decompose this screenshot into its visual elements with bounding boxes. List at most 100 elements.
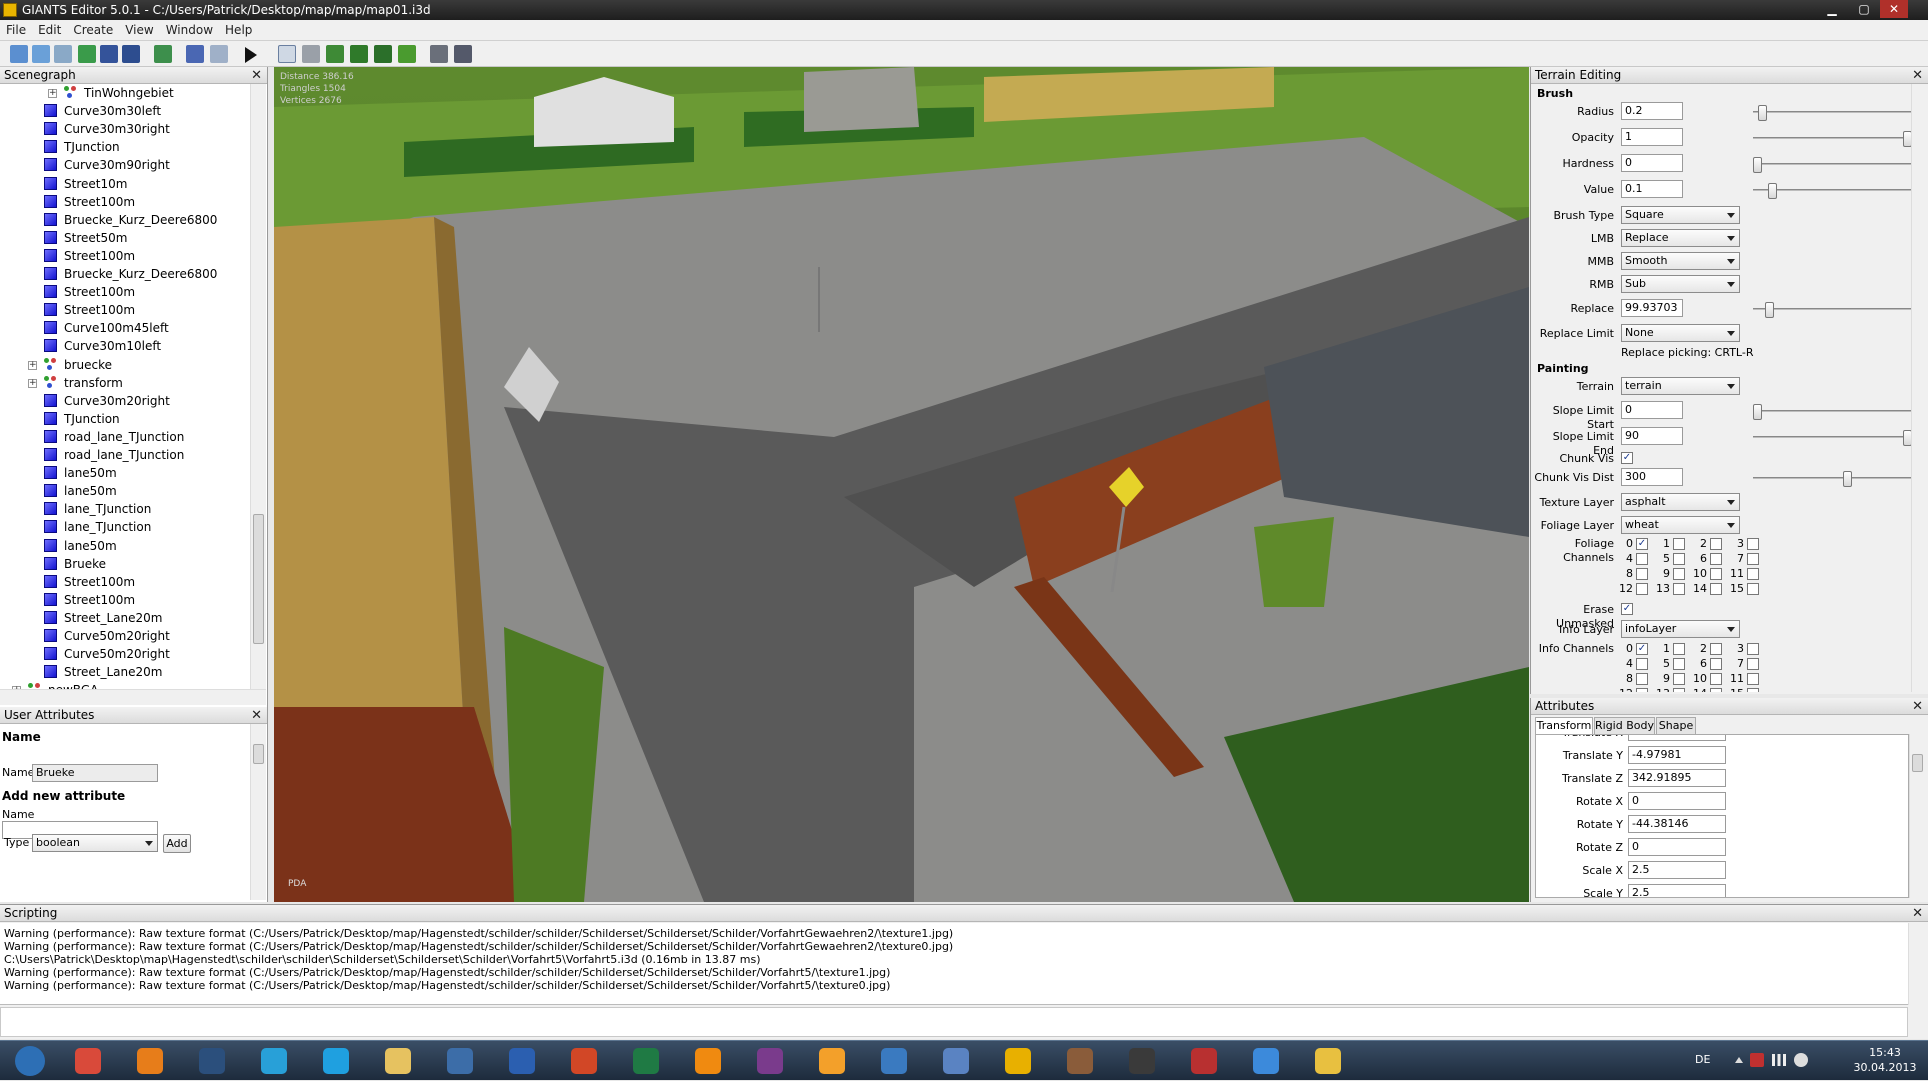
tree-node[interactable]: +newBGA [12, 681, 98, 689]
tray-expand-icon[interactable] [1735, 1055, 1743, 1063]
play-icon[interactable] [245, 47, 257, 63]
tree-node[interactable]: Street100m [44, 283, 135, 301]
tree-node[interactable]: + transform [28, 374, 123, 392]
hardness-slider[interactable] [1753, 157, 1913, 173]
undo-icon[interactable] [186, 45, 204, 63]
tree-node[interactable]: lane50m [44, 537, 117, 555]
channel-checkbox[interactable] [1673, 643, 1685, 655]
opacity-slider[interactable] [1753, 131, 1913, 147]
tree-node[interactable]: Street100m [44, 247, 135, 265]
slider-knob[interactable] [1765, 302, 1774, 318]
tree-node[interactable]: + TinWohngebiet [48, 84, 174, 102]
transform-row-input[interactable]: 0 [1628, 792, 1726, 810]
channel-checkbox[interactable] [1710, 568, 1722, 580]
language-indicator[interactable]: DE [1695, 1053, 1710, 1066]
tree-node[interactable]: Street50m [44, 229, 127, 247]
close-icon[interactable]: ✕ [251, 707, 262, 724]
terrain-smooth-icon[interactable] [374, 45, 392, 63]
menu-help[interactable]: Help [219, 20, 258, 41]
hardness-input[interactable]: 0 [1621, 154, 1683, 172]
erase-unmasked-checkbox[interactable]: ✓ [1621, 603, 1633, 615]
channel-checkbox[interactable] [1710, 553, 1722, 565]
save-all-icon[interactable] [122, 45, 140, 63]
channel-checkbox[interactable] [1710, 673, 1722, 685]
tree-node[interactable]: lane50m [44, 464, 117, 482]
tree-node[interactable]: Curve50m20right [44, 645, 170, 663]
channel-checkbox[interactable] [1673, 553, 1685, 565]
powerpoint-icon[interactable] [558, 1044, 610, 1078]
grid-snap-icon[interactable] [430, 45, 448, 63]
chunk-dist-slider[interactable] [1753, 471, 1913, 487]
slope-start-input[interactable]: 0 [1621, 401, 1683, 419]
menu-view[interactable]: View [119, 20, 159, 41]
channel-checkbox[interactable] [1673, 658, 1685, 670]
tree-node[interactable]: Street_Lane20m [44, 663, 162, 681]
itunes-icon[interactable] [1240, 1044, 1292, 1078]
channel-checkbox[interactable] [1673, 673, 1685, 685]
vectorworks-icon[interactable] [992, 1044, 1044, 1078]
tree-node[interactable]: Street100m [44, 193, 135, 211]
scrollbar-thumb[interactable] [253, 514, 264, 644]
replace-slider[interactable] [1753, 302, 1913, 318]
opacity-input[interactable]: 1 [1621, 128, 1683, 146]
channel-checkbox[interactable] [1673, 538, 1685, 550]
brush-type-select[interactable]: Square [1621, 206, 1740, 224]
tree-node[interactable]: Curve30m30right [44, 120, 170, 138]
tractor-icon[interactable] [1116, 1044, 1168, 1078]
terrain-panel-scrollbar[interactable] [1911, 84, 1927, 692]
type-select[interactable]: boolean [32, 834, 158, 852]
menu-create[interactable]: Create [67, 20, 119, 41]
import-icon[interactable] [54, 45, 72, 63]
tree-node[interactable]: lane50m [44, 482, 117, 500]
network-icon[interactable] [1772, 1054, 1786, 1066]
chunk-dist-input[interactable]: 300 [1621, 468, 1683, 486]
menu-edit[interactable]: Edit [32, 20, 67, 41]
tree-node[interactable]: Curve30m90right [44, 156, 170, 174]
channel-checkbox[interactable] [1673, 583, 1685, 595]
word-icon[interactable] [496, 1044, 548, 1078]
channel-checkbox[interactable] [1673, 688, 1685, 692]
replace-input[interactable]: 99.93703 [1621, 299, 1683, 317]
texture-layer-select[interactable]: asphalt [1621, 493, 1740, 511]
channel-checkbox[interactable] [1710, 658, 1722, 670]
scenegraph-scrollbar[interactable] [250, 84, 266, 689]
tree-node[interactable]: road_lane_TJunction [44, 428, 184, 446]
transform-row-input[interactable]: -4.97981 [1628, 746, 1726, 764]
3d-viewport[interactable]: Distance 386.16 Triangles 1504 Vertices … [274, 67, 1529, 902]
media-player-icon[interactable] [806, 1044, 858, 1078]
close-icon[interactable]: ✕ [1912, 698, 1923, 715]
tree-node[interactable]: Brueke [44, 555, 106, 573]
channel-checkbox[interactable] [1747, 688, 1759, 692]
close-icon[interactable]: ✕ [1912, 905, 1923, 922]
explorer-icon[interactable] [372, 1044, 424, 1078]
radius-input[interactable]: 0.2 [1621, 102, 1683, 120]
channel-checkbox[interactable] [1747, 553, 1759, 565]
tree-node[interactable]: Curve30m30left [44, 102, 161, 120]
scrollbar-thumb[interactable] [253, 744, 264, 764]
navigation-icon[interactable] [454, 45, 472, 63]
tree-node[interactable]: Curve30m20right [44, 392, 170, 410]
chunk-vis-checkbox[interactable]: ✓ [1621, 452, 1633, 464]
expand-icon[interactable]: + [48, 89, 57, 98]
close-button[interactable]: ✕ [1880, 0, 1908, 18]
terrain-paint-icon[interactable] [350, 45, 368, 63]
steam-icon[interactable] [186, 1044, 238, 1078]
tab-shape[interactable]: Shape [1656, 717, 1696, 734]
close-icon[interactable]: ✕ [1912, 67, 1923, 84]
slope-start-slider[interactable] [1753, 404, 1913, 420]
channel-checkbox[interactable] [1747, 583, 1759, 595]
start-orb-icon[interactable] [4, 1044, 56, 1078]
tree-node[interactable]: Street100m [44, 591, 135, 609]
menu-window[interactable]: Window [160, 20, 219, 41]
tree-node[interactable]: Street100m [44, 573, 135, 591]
user-attributes-scrollbar[interactable] [250, 724, 266, 900]
script-log-scrollbar[interactable] [1908, 923, 1926, 1005]
channel-checkbox[interactable] [1747, 658, 1759, 670]
tree-node[interactable]: road_lane_TJunction [44, 446, 184, 464]
radius-slider[interactable] [1753, 105, 1913, 121]
tab-transform[interactable]: Transform [1535, 717, 1593, 734]
slider-knob[interactable] [1768, 183, 1777, 199]
expand-icon[interactable]: + [28, 360, 37, 370]
scrollbar-thumb[interactable] [1912, 754, 1923, 772]
channel-checkbox[interactable] [1636, 583, 1648, 595]
